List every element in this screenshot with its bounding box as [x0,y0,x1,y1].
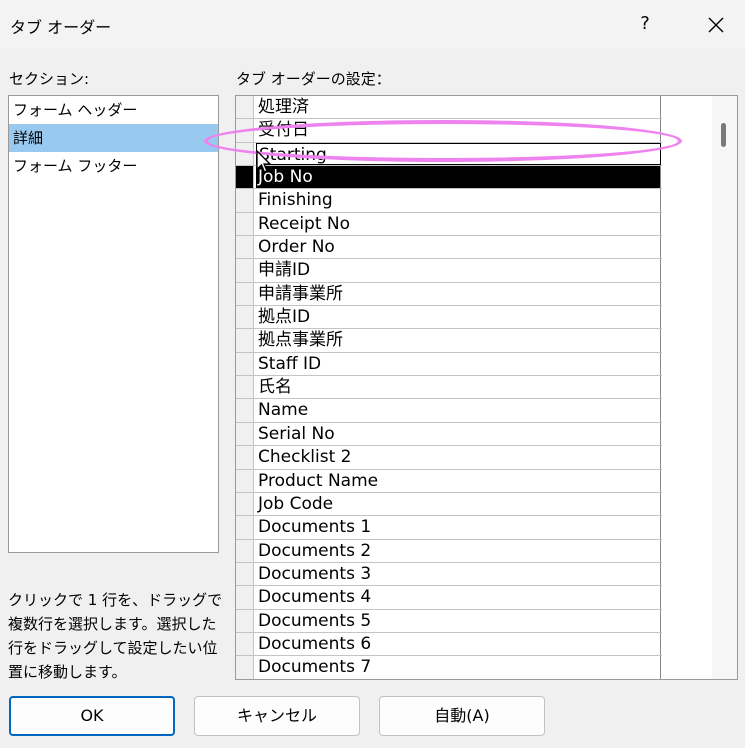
row-selector[interactable] [236,119,254,142]
auto-button[interactable]: 自動(A) [379,696,545,736]
row-selector[interactable] [236,656,254,679]
row-selector[interactable] [236,422,254,446]
row-field-name: Job No [256,166,661,189]
row-selector[interactable] [236,376,254,399]
row-field-name: Documents 1 [256,516,661,539]
row-selector[interactable] [236,446,254,469]
row-selector[interactable] [236,189,254,212]
cancel-button[interactable]: キャンセル [194,696,360,736]
tab-order-row[interactable]: Checklist 2 [236,446,662,470]
row-field-name: Finishing [256,189,661,212]
tab-order-row[interactable]: Documents 7 [236,656,662,679]
row-field-name: 拠点ID [256,306,661,329]
title-bar: タブ オーダー ? [0,0,745,48]
row-field-name: Job Code [256,492,661,516]
row-selector[interactable] [236,212,254,236]
row-field-name: Receipt No [256,212,661,236]
row-selector[interactable] [236,586,254,609]
row-field-name: Documents 5 [256,609,661,632]
tab-order-row[interactable]: Receipt No [236,212,662,237]
tab-order-row[interactable]: Documents 1 [236,516,662,540]
tab-order-label: タブ オーダーの設定： [236,70,391,88]
help-button[interactable]: ? [630,8,660,40]
tab-order-row[interactable]: Documents 6 [236,632,662,657]
row-selector[interactable] [236,632,254,656]
row-selector[interactable] [236,236,254,259]
row-selector[interactable] [236,306,254,329]
tab-order-row[interactable]: 処理済 [236,96,662,120]
tab-order-row[interactable]: Name [236,399,662,423]
row-field-name: Documents 7 [256,656,661,679]
row-selector[interactable] [236,329,254,352]
row-field-name: 受付日 [256,119,661,142]
section-label: セクション: [9,70,90,88]
tab-order-row[interactable]: Documents 5 [236,609,662,633]
row-field-name: Product Name [256,469,661,492]
section-item[interactable]: 詳細 [9,124,218,152]
ok-button[interactable]: OK [9,696,175,736]
row-field-name: Documents 4 [256,586,661,609]
row-field-name: Checklist 2 [256,446,661,469]
tab-order-row[interactable]: Documents 4 [236,586,662,610]
section-item[interactable]: フォーム フッター [9,152,218,180]
row-field-name: Name [256,399,661,422]
row-field-name: Order No [256,236,661,259]
row-field-name: Staff ID [256,352,661,376]
tab-order-row[interactable]: 拠点ID [236,306,662,330]
row-field-name: 拠点事業所 [256,329,661,352]
section-list[interactable]: フォーム ヘッダー 詳細 フォーム フッター [8,95,219,553]
tab-order-row[interactable]: Order No [236,236,662,260]
row-field-name: Serial No [256,422,661,446]
tab-order-row[interactable]: Documents 3 [236,562,662,587]
close-button[interactable] [700,8,732,40]
row-selector[interactable] [236,609,254,632]
row-selector[interactable] [236,166,254,189]
tab-order-row[interactable]: Product Name [236,469,662,493]
row-selector[interactable] [236,282,254,306]
tab-order-row[interactable]: 申請ID [236,259,662,283]
row-selector[interactable] [236,469,254,492]
tab-order-row[interactable]: 氏名 [236,376,662,400]
tab-order-row[interactable]: Job Code [236,492,662,517]
row-field-name: Documents 2 [256,539,661,562]
close-icon [708,17,724,32]
row-selector[interactable] [236,259,254,282]
tab-order-row[interactable]: Staff ID [236,352,662,377]
row-field-name: Documents 3 [256,562,661,586]
row-field-name: Starting [256,142,661,166]
row-field-name: 申請事業所 [256,282,661,306]
scroll-thumb[interactable] [721,123,726,147]
tab-order-row[interactable]: 申請事業所 [236,282,662,307]
tab-order-row[interactable]: Documents 2 [236,539,662,563]
row-selector[interactable] [236,142,254,166]
tab-order-row[interactable]: 受付日 [236,119,662,143]
vertical-scrollbar[interactable] [712,96,737,679]
row-selector[interactable] [236,539,254,562]
row-selector[interactable] [236,96,254,119]
tab-order-row[interactable]: Serial No [236,422,662,447]
tab-order-row[interactable]: Starting [236,142,662,167]
tab-order-grid[interactable]: 処理済 受付日 Starting Job No Finishing Receipt No O… [235,95,738,680]
tab-order-row[interactable]: Finishing [236,189,662,213]
row-field-name: Documents 6 [256,632,661,656]
tab-order-row[interactable]: Job No [236,166,662,190]
row-selector[interactable] [236,516,254,539]
row-selector[interactable] [236,492,254,516]
hint-text: クリックで 1 行を、ドラッグで複数行を選択します。選択した行をドラッグして設定… [8,591,223,681]
row-field-name: 処理済 [256,96,661,119]
mouse-cursor-icon [256,149,272,178]
tab-order-rows: 処理済 受付日 Starting Job No Finishing Receipt No O… [236,96,662,679]
row-selector[interactable] [236,562,254,586]
row-selector[interactable] [236,352,254,376]
row-selector[interactable] [236,399,254,422]
window-title: タブ オーダー [10,18,112,37]
section-item[interactable]: フォーム ヘッダー [9,96,218,124]
tab-order-row[interactable]: 拠点事業所 [236,329,662,353]
row-field-name: 氏名 [256,376,661,399]
row-field-name: 申請ID [256,259,661,282]
